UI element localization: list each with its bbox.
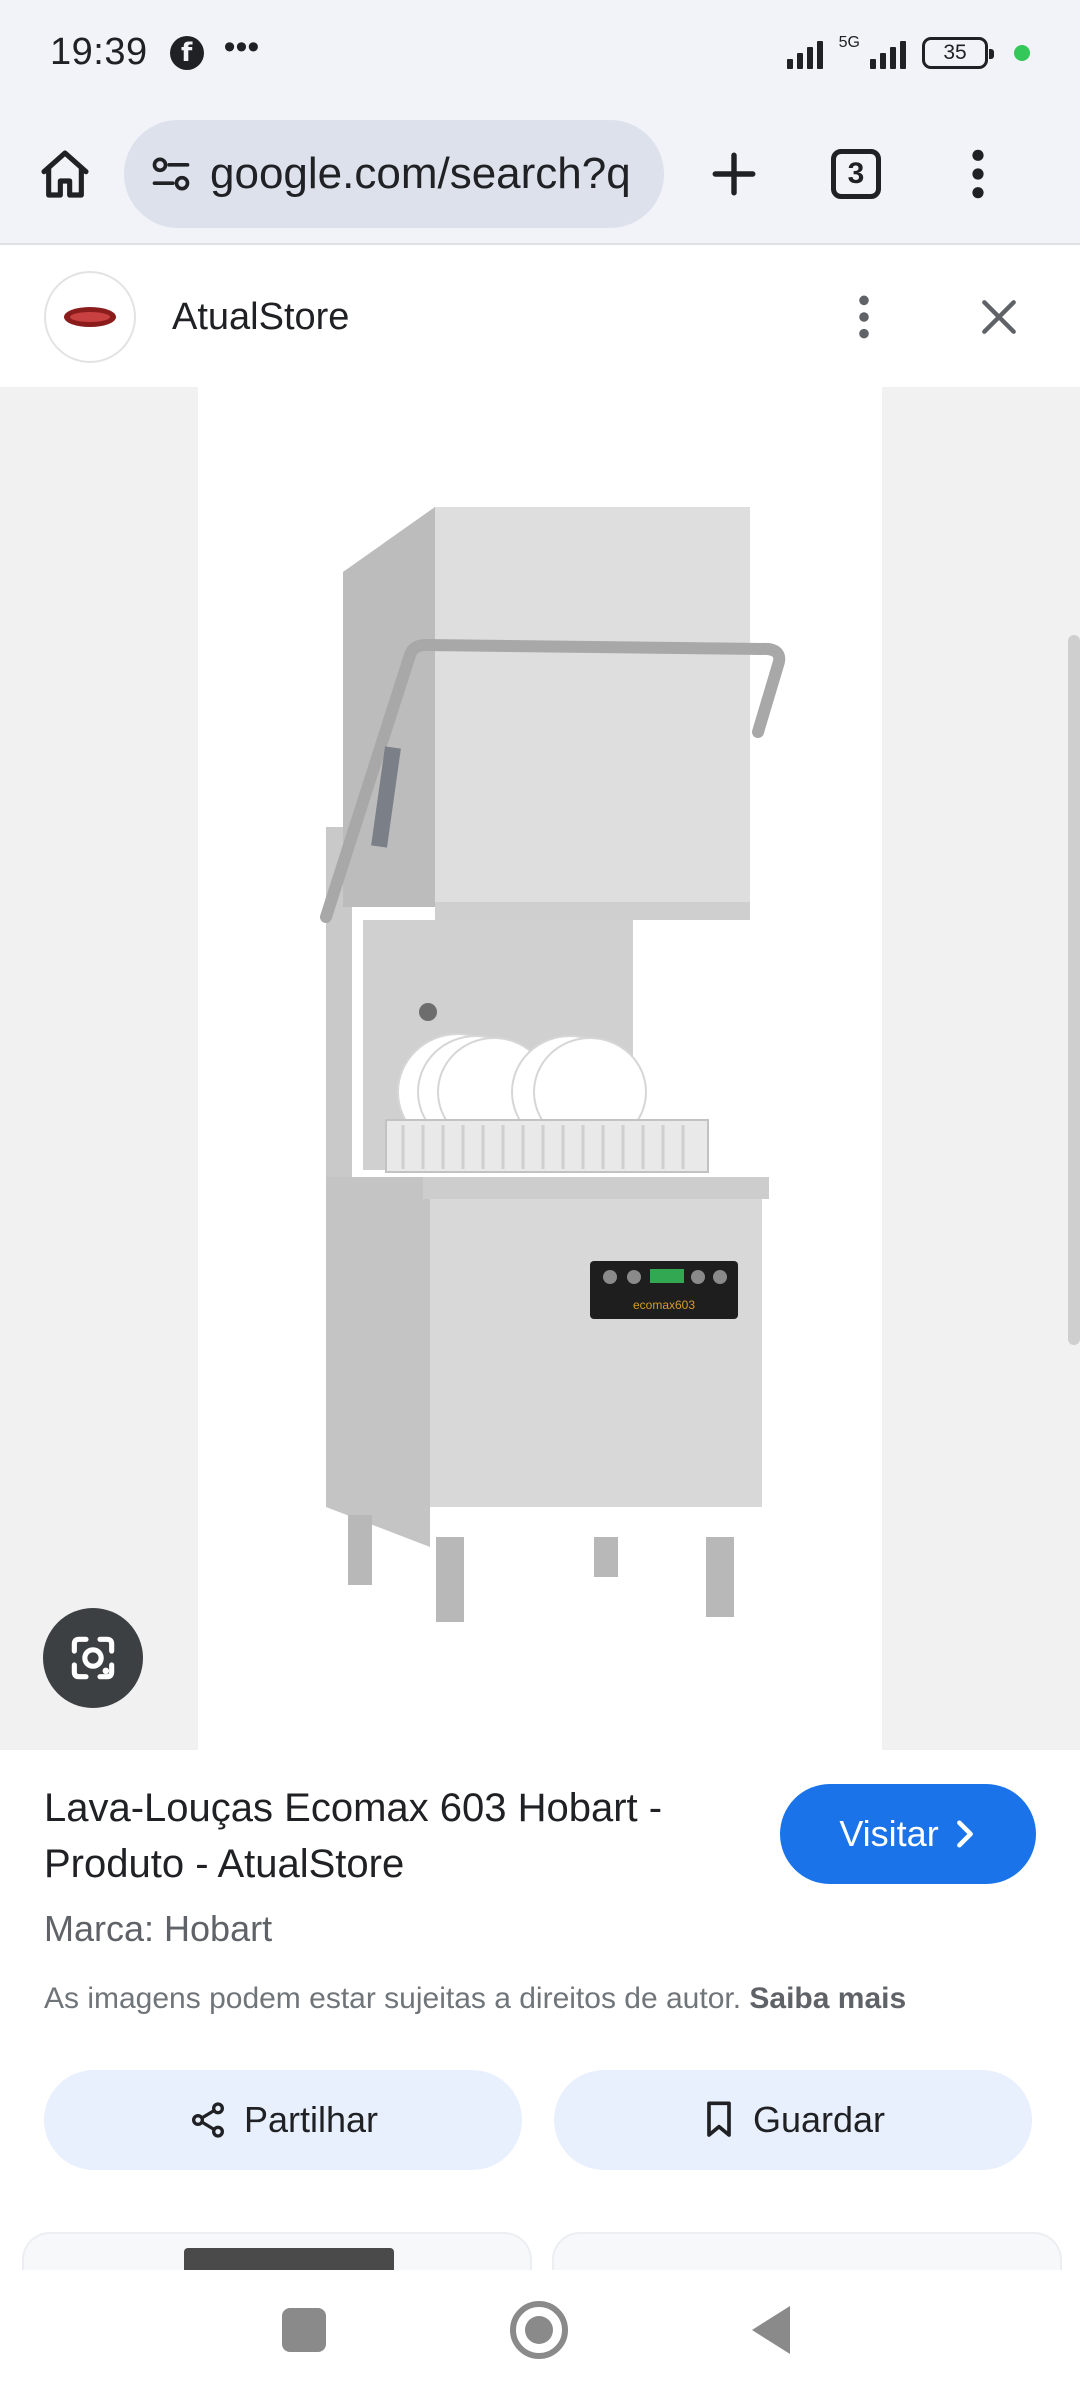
image-viewer: ecomax603 — [0, 387, 1080, 1750]
back-icon[interactable] — [752, 2306, 790, 2354]
facebook-icon: f — [169, 35, 204, 70]
scrollbar[interactable] — [1068, 635, 1080, 1345]
source-header: AtualStore — [0, 247, 1080, 387]
tab-count: 3 — [847, 157, 865, 190]
more-dots-icon: ••• — [223, 27, 260, 66]
product-image[interactable]: ecomax603 — [198, 387, 882, 1750]
close-icon — [982, 300, 1016, 334]
home-nav-icon[interactable] — [510, 2301, 568, 2359]
share-icon — [191, 2102, 224, 2138]
product-title[interactable]: Lava-Louças Ecomax 603 Hobart - Produto … — [44, 1780, 744, 1892]
visit-label: Visitar — [839, 1813, 939, 1854]
system-navigation-bar — [0, 2270, 1080, 2400]
source-name[interactable]: AtualStore — [172, 296, 349, 339]
home-icon — [41, 150, 89, 198]
related-card[interactable] — [552, 2232, 1062, 2270]
more-options-button[interactable] — [834, 277, 894, 357]
brand-line: Marca: Hobart — [44, 1908, 273, 1949]
status-time: 19:39 — [50, 31, 148, 73]
google-lens-icon — [71, 1636, 115, 1680]
recent-apps-icon[interactable] — [282, 2308, 326, 2352]
more-vert-icon — [859, 295, 869, 339]
related-card[interactable] — [22, 2232, 532, 2270]
privacy-indicator-dot — [1014, 44, 1030, 61]
bookmark-icon — [707, 2101, 731, 2137]
battery-level: 35 — [943, 40, 967, 64]
share-label: Partilhar — [243, 2099, 379, 2140]
panel-brand-text: ecomax603 — [633, 1298, 695, 1312]
share-button[interactable]: Partilhar — [44, 2070, 522, 2170]
home-button[interactable] — [30, 139, 100, 209]
tab-switcher-button[interactable]: 3 — [816, 134, 896, 214]
copyright-notice: As imagens podem estar sujeitas a direit… — [44, 1982, 906, 2016]
close-button[interactable] — [964, 282, 1034, 352]
browser-toolbar: google.com/search?q 3 — [0, 105, 1080, 245]
copyright-text: As imagens podem estar sujeitas a direit… — [44, 1982, 742, 2015]
save-button[interactable]: Guardar — [554, 2070, 1032, 2170]
battery-icon: 35 — [922, 36, 994, 69]
result-info: Lava-Louças Ecomax 603 Hobart - Produto … — [0, 1750, 1080, 2270]
visit-button[interactable]: Visitar — [780, 1784, 1036, 1884]
new-tab-button[interactable] — [694, 134, 774, 214]
browser-menu-button[interactable] — [938, 134, 1018, 214]
signal-icon — [786, 37, 823, 69]
address-bar[interactable]: google.com/search?q — [124, 120, 664, 228]
status-indicators: 5G 35 — [786, 33, 1030, 69]
signal-icon-2 — [870, 37, 906, 69]
url-text: google.com/search?q — [210, 149, 631, 198]
save-label: Guardar — [752, 2099, 886, 2140]
learn-more-link[interactable]: Saiba mais — [749, 1982, 906, 2015]
tabs-icon: 3 — [831, 149, 881, 199]
network-type-label: 5G — [838, 33, 860, 51]
site-settings-icon[interactable] — [148, 151, 194, 197]
dishwasher-illustration: ecomax603 — [320, 507, 786, 1622]
chevron-right-icon — [956, 1820, 973, 1848]
plus-icon — [712, 152, 756, 196]
menu-dots-icon — [972, 149, 984, 199]
related-thumbnail — [184, 2248, 394, 2270]
status-bar: 19:39 f ••• 5G 35 — [0, 0, 1080, 105]
source-logo — [44, 271, 136, 363]
related-results — [0, 2232, 1080, 2270]
google-lens-button[interactable] — [43, 1608, 143, 1708]
